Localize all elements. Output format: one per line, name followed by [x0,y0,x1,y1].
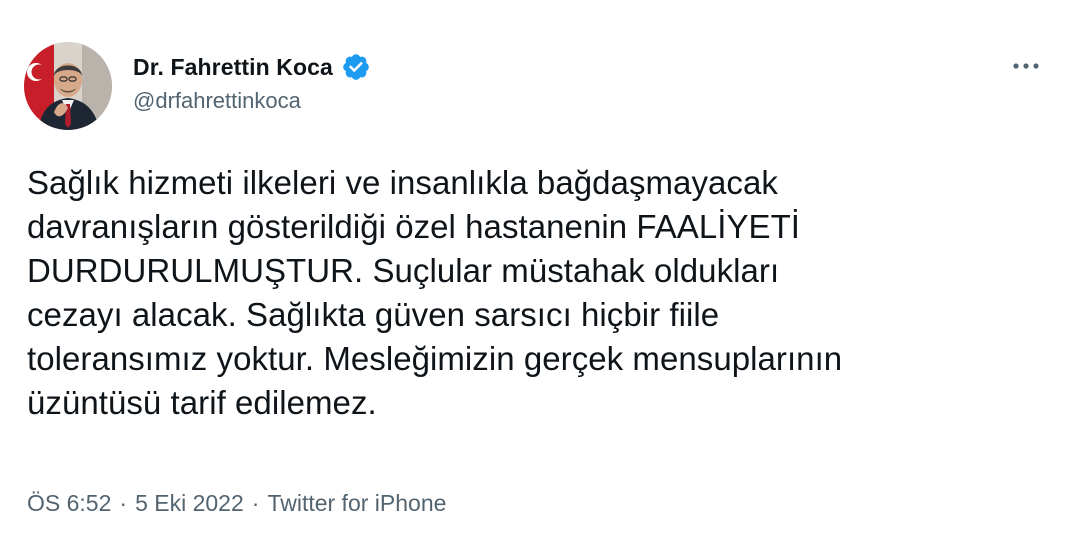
meta-separator: · [251,490,260,516]
verified-badge-icon [341,52,371,82]
user-name-row: Dr. Fahrettin Koca [133,50,371,84]
more-options-button[interactable] [1002,48,1050,84]
tweet-text: Sağlık hizmeti ilkeleri ve insanlıkla ba… [27,164,843,421]
meta-separator: · [119,490,128,516]
display-name[interactable]: Dr. Fahrettin Koca [133,54,333,81]
more-dots-icon [1013,63,1039,69]
profile-photo-icon [24,42,112,130]
avatar[interactable] [24,42,112,130]
tweet-meta: ÖS 6:52 · 5 Eki 2022 · Twitter for iPhon… [27,490,446,517]
tweet-card: Dr. Fahrettin Koca @drfahrettinkoca Sağl… [0,0,1066,553]
tweet-date-link[interactable]: 5 Eki 2022 [135,490,244,517]
user-handle[interactable]: @drfahrettinkoca [133,88,301,114]
tweet-source-link[interactable]: Twitter for iPhone [267,490,446,517]
tweet-time-link[interactable]: ÖS 6:52 [27,490,111,517]
